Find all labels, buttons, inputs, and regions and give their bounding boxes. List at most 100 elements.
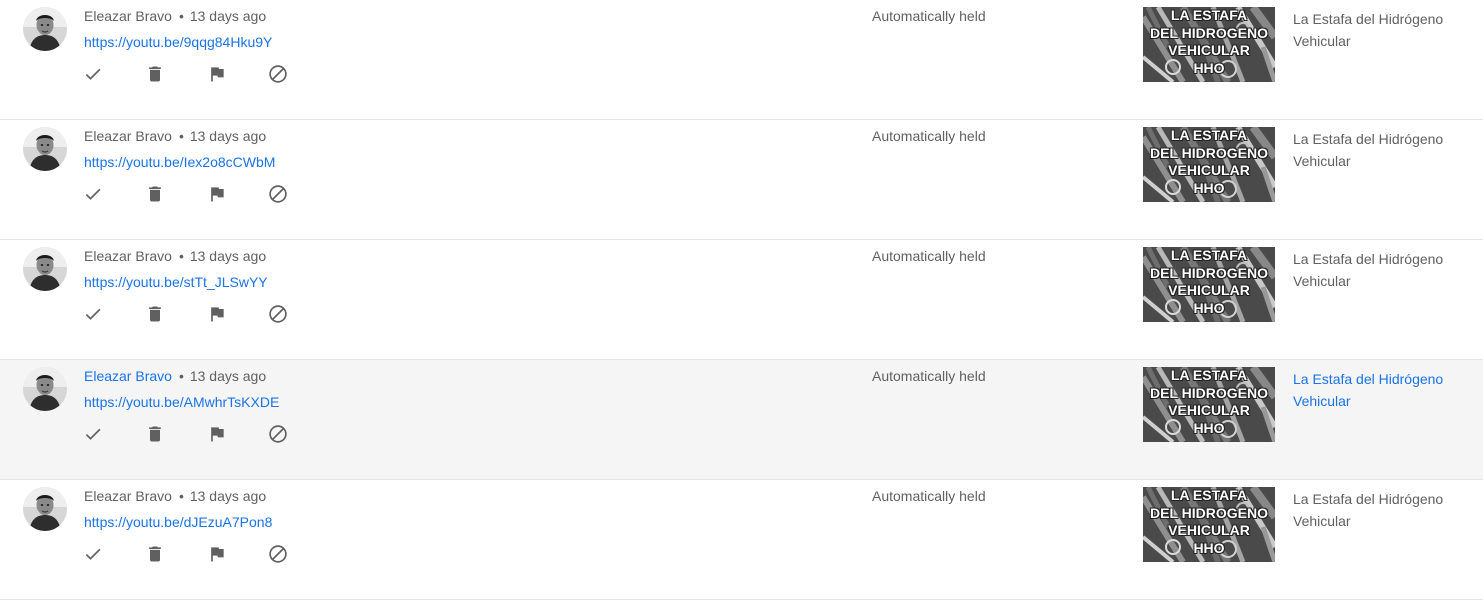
comment-meta: Eleazar Bravo • 13 days ago (84, 367, 266, 385)
block-icon (267, 63, 289, 85)
separator-dot: • (178, 8, 184, 24)
author-name[interactable]: Eleazar Bravo (84, 248, 172, 264)
block-icon (267, 183, 289, 205)
avatar[interactable] (23, 247, 67, 291)
block-icon (267, 423, 289, 445)
separator-dot: • (178, 368, 184, 384)
thumbnail-text-line: LA ESTAFA (1170, 247, 1248, 263)
comment-meta: Eleazar Bravo • 13 days ago (84, 247, 266, 265)
thumbnail-text-line: LA ESTAFA (1170, 7, 1248, 23)
thumbnail-text-line: VEHICULAR (1168, 42, 1250, 58)
status-label: Automatically held (872, 248, 986, 264)
comment-row: Eleazar Bravo • 13 days ago https://youtu.b… (0, 120, 1483, 240)
comment-time: 13 days ago (189, 368, 267, 384)
thumbnail-text-line: LA ESTAFA (1170, 367, 1248, 383)
thumbnail-text-line: VEHICULAR (1168, 402, 1250, 418)
thumbnail-text-line: LA ESTAFA (1170, 127, 1248, 143)
report-button[interactable] (204, 420, 230, 448)
video-title-link[interactable]: La Estafa del Hidrógeno Vehicular (1293, 368, 1463, 412)
thumbnail-text-line: HHO (1193, 419, 1225, 436)
approve-button[interactable] (80, 420, 106, 448)
comment-link[interactable]: https://youtu.be/dJEzuA7Pon8 (84, 513, 272, 531)
comment-time: 13 days ago (189, 488, 267, 504)
approve-button[interactable] (80, 60, 106, 88)
remove-button[interactable] (142, 180, 168, 208)
video-title-link[interactable]: La Estafa del Hidrógeno Vehicular (1293, 128, 1463, 172)
comment-row: Eleazar Bravo • 13 days ago https://youtu.b… (0, 240, 1483, 360)
status-label: Automatically held (872, 128, 986, 144)
remove-button[interactable] (142, 60, 168, 88)
thumbnail-text: LA ESTAFA DEL HIDROGENO VEHICULAR HHO (1143, 487, 1275, 557)
flag-icon (207, 544, 227, 564)
thumbnail-text-line: VEHICULAR (1168, 282, 1250, 298)
author-name[interactable]: Eleazar Bravo (84, 128, 172, 144)
report-button[interactable] (204, 300, 230, 328)
report-button[interactable] (204, 180, 230, 208)
checkmark-icon (83, 184, 103, 204)
author-name[interactable]: Eleazar Bravo (84, 8, 172, 24)
comment-time: 13 days ago (189, 248, 267, 264)
trash-icon (145, 544, 165, 564)
thumbnail-text-line: DEL HIDROGENO (1150, 144, 1268, 161)
comment-link[interactable]: https://youtu.be/stTt_JLSwYY (84, 273, 268, 291)
hide-user-button[interactable] (265, 180, 291, 208)
avatar[interactable] (23, 127, 67, 171)
thumbnail-text: LA ESTAFA DEL HIDROGENO VEHICULAR HHO (1143, 7, 1275, 77)
thumbnail-text: LA ESTAFA DEL HIDROGENO VEHICULAR HHO (1143, 127, 1275, 197)
trash-icon (145, 304, 165, 324)
flag-icon (207, 64, 227, 84)
video-title-link[interactable]: La Estafa del Hidrógeno Vehicular (1293, 8, 1463, 52)
block-icon (267, 303, 289, 325)
thumbnail-text-line: DEL HIDROGENO (1150, 264, 1268, 281)
comment-meta: Eleazar Bravo • 13 days ago (84, 127, 266, 145)
comment-link[interactable]: https://youtu.be/9qqg84Hku9Y (84, 33, 272, 51)
separator-dot: • (178, 128, 184, 144)
flag-icon (207, 184, 227, 204)
approve-button[interactable] (80, 540, 106, 568)
checkmark-icon (83, 64, 103, 84)
avatar[interactable] (23, 367, 67, 411)
thumbnail-text-line: DEL HIDROGENO (1150, 504, 1268, 521)
video-thumbnail[interactable]: LA ESTAFA DEL HIDROGENO VEHICULAR HHO (1143, 7, 1275, 82)
remove-button[interactable] (142, 300, 168, 328)
status-label: Automatically held (872, 368, 986, 384)
thumbnail-text: LA ESTAFA DEL HIDROGENO VEHICULAR HHO (1143, 367, 1275, 437)
trash-icon (145, 64, 165, 84)
report-button[interactable] (204, 540, 230, 568)
flag-icon (207, 304, 227, 324)
hide-user-button[interactable] (265, 300, 291, 328)
hide-user-button[interactable] (265, 60, 291, 88)
thumbnail-text-line: HHO (1193, 299, 1225, 316)
author-name[interactable]: Eleazar Bravo (84, 368, 172, 384)
comment-meta: Eleazar Bravo • 13 days ago (84, 487, 266, 505)
video-thumbnail[interactable]: LA ESTAFA DEL HIDROGENO VEHICULAR HHO (1143, 367, 1275, 442)
comment-row: Eleazar Bravo • 13 days ago https://youtu.b… (0, 0, 1483, 120)
held-comments-list: Eleazar Bravo • 13 days ago https://youtu.b… (0, 0, 1483, 600)
report-button[interactable] (204, 60, 230, 88)
checkmark-icon (83, 304, 103, 324)
avatar[interactable] (23, 7, 67, 51)
comment-time: 13 days ago (189, 8, 267, 24)
status-label: Automatically held (872, 8, 986, 24)
thumbnail-text-line: HHO (1193, 539, 1225, 556)
remove-button[interactable] (142, 420, 168, 448)
approve-button[interactable] (80, 180, 106, 208)
flag-icon (207, 424, 227, 444)
avatar[interactable] (23, 487, 67, 531)
hide-user-button[interactable] (265, 540, 291, 568)
thumbnail-text-line: HHO (1193, 179, 1225, 196)
comment-link[interactable]: https://youtu.be/Iex2o8cCWbM (84, 153, 275, 171)
video-title-link[interactable]: La Estafa del Hidrógeno Vehicular (1293, 248, 1463, 292)
thumbnail-text-line: LA ESTAFA (1170, 487, 1248, 503)
author-name[interactable]: Eleazar Bravo (84, 488, 172, 504)
thumbnail-text-line: DEL HIDROGENO (1150, 384, 1268, 401)
video-title-link[interactable]: La Estafa del Hidrógeno Vehicular (1293, 488, 1463, 532)
approve-button[interactable] (80, 300, 106, 328)
remove-button[interactable] (142, 540, 168, 568)
video-thumbnail[interactable]: LA ESTAFA DEL HIDROGENO VEHICULAR HHO (1143, 127, 1275, 202)
video-thumbnail[interactable]: LA ESTAFA DEL HIDROGENO VEHICULAR HHO (1143, 487, 1275, 562)
video-thumbnail[interactable]: LA ESTAFA DEL HIDROGENO VEHICULAR HHO (1143, 247, 1275, 322)
comment-link[interactable]: https://youtu.be/AMwhrTsKXDE (84, 393, 279, 411)
hide-user-button[interactable] (265, 420, 291, 448)
block-icon (267, 543, 289, 565)
